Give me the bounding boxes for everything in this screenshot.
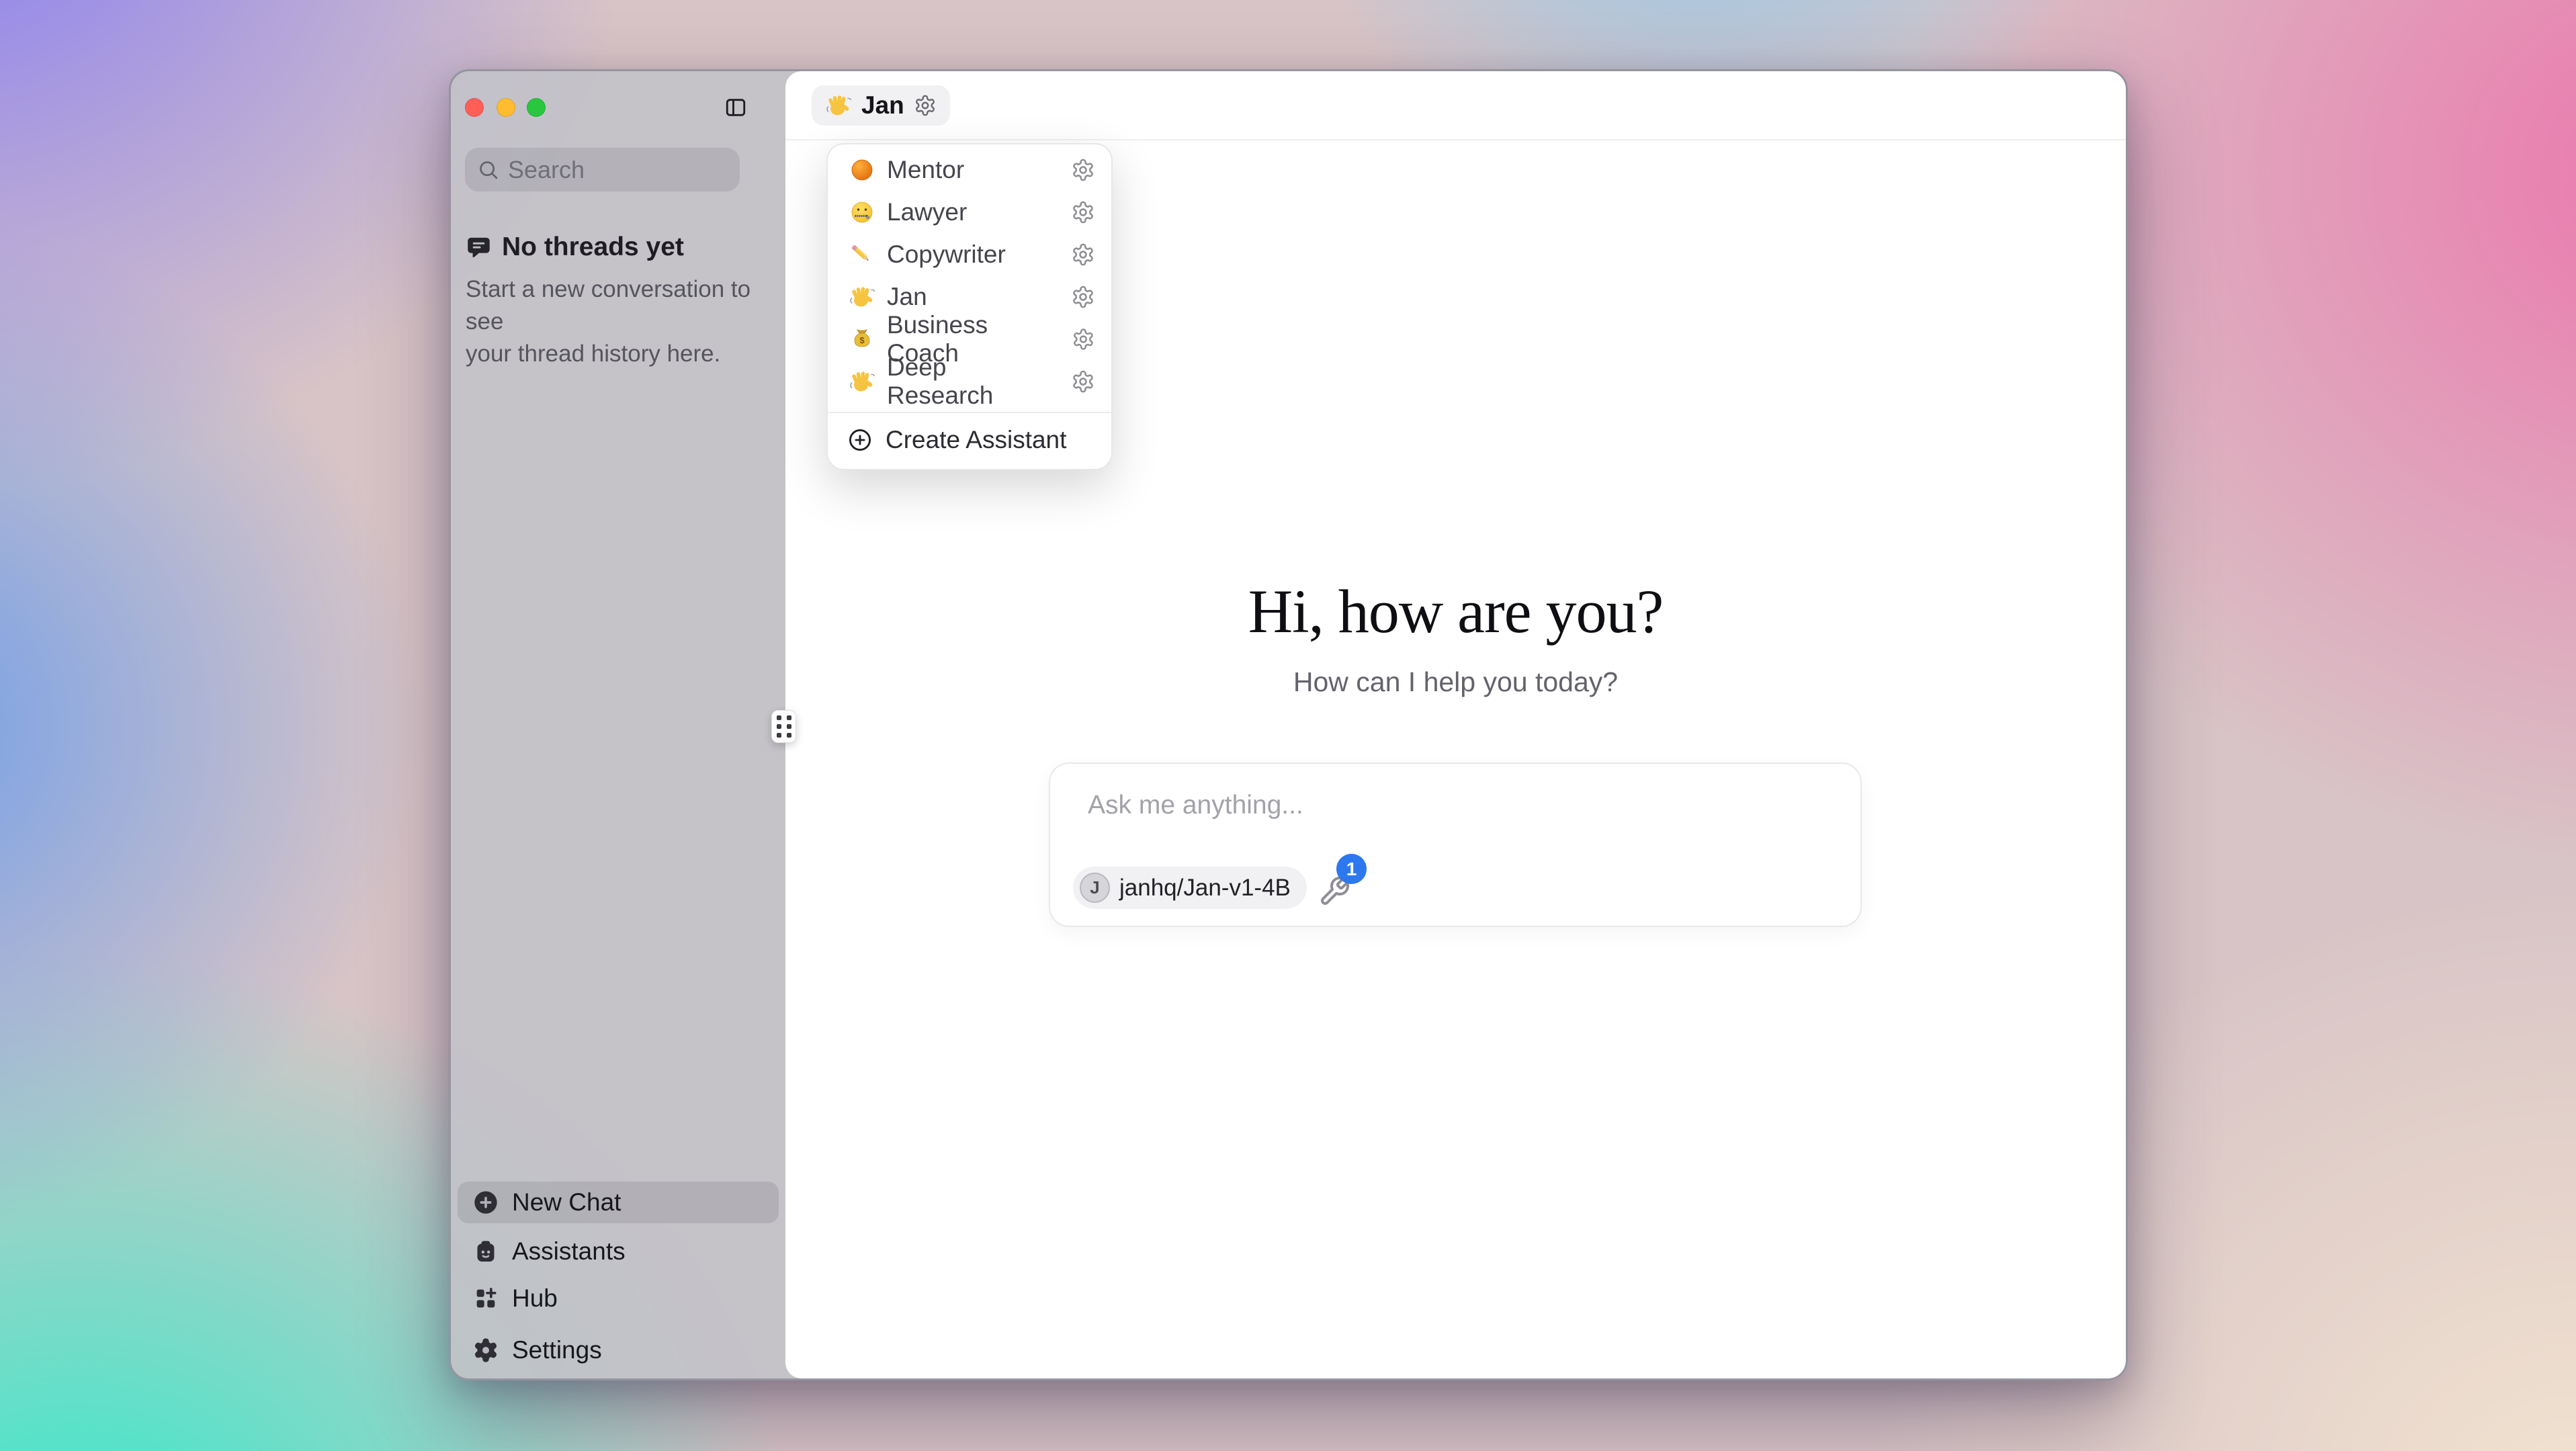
assistant-settings-icon[interactable]: [914, 94, 937, 117]
assistant-edit-gear-icon[interactable]: [1071, 243, 1095, 267]
assistant-menu-item-label: Lawyer: [887, 198, 967, 226]
current-assistant-name: Jan: [861, 91, 904, 120]
assistant-edit-gear-icon[interactable]: [1071, 158, 1095, 182]
grid-plus-icon: [472, 1285, 499, 1312]
zoom-window-button[interactable]: [527, 98, 546, 117]
pencil-icon: [849, 241, 875, 268]
empty-state-description-line2: your thread history here.: [466, 338, 755, 370]
assistant-menu: Mentor Lawyer: [826, 143, 1113, 470]
message-input[interactable]: [1088, 791, 1793, 820]
sidebar-item-new-chat[interactable]: New Chat: [458, 1182, 779, 1223]
create-assistant-button[interactable]: Create Assistant: [828, 413, 1111, 466]
assistant-menu-item-label: Copywriter: [887, 240, 1006, 269]
close-window-button[interactable]: [465, 98, 484, 117]
orange-circle-icon: [849, 157, 875, 183]
main-panel: Jan Mentor: [785, 71, 2126, 1378]
zipper-mouth-face-icon: [849, 199, 875, 226]
empty-threads-state: No threads yet Start a new conversation …: [466, 232, 755, 370]
sidebar-toggle-icon[interactable]: [724, 96, 747, 119]
circle-plus-outline-icon: [847, 427, 873, 453]
assistant-menu-item-label: Mentor: [887, 156, 964, 184]
model-name: janhq/Jan-v1-4B: [1119, 875, 1291, 902]
model-avatar: J: [1080, 873, 1110, 903]
assistant-menu-item-label: Jan: [887, 283, 927, 311]
sidebar: No threads yet Start a new conversation …: [451, 71, 785, 1378]
model-selector-button[interactable]: J janhq/Jan-v1-4B: [1073, 867, 1307, 909]
search-icon: [477, 159, 499, 181]
assistant-edit-gear-icon[interactable]: [1071, 285, 1095, 309]
empty-state-title: No threads yet: [502, 232, 684, 262]
chat-header: Jan: [785, 71, 2126, 140]
sidebar-item-label: New Chat: [512, 1188, 621, 1217]
waving-hand-icon: [825, 92, 852, 119]
create-assistant-label: Create Assistant: [886, 426, 1066, 454]
search-input[interactable]: [508, 156, 728, 184]
assistant-menu-item-lawyer[interactable]: Lawyer: [828, 191, 1111, 233]
sidebar-item-label: Hub: [512, 1284, 558, 1313]
desktop-background: No threads yet Start a new conversation …: [0, 0, 2576, 1451]
assistant-menu-item-mentor[interactable]: Mentor: [828, 148, 1111, 191]
sidebar-resize-handle[interactable]: [771, 710, 796, 743]
app-window: No threads yet Start a new conversation …: [449, 69, 2128, 1380]
greeting-title: Hi, how are you?: [785, 576, 2126, 648]
chat-bubble-icon: [466, 234, 492, 261]
assistant-bot-icon: [472, 1238, 499, 1265]
tools-count-badge[interactable]: 1: [1336, 854, 1367, 884]
greeting-subtitle: How can I help you today?: [785, 666, 2126, 698]
assistant-menu-item-label: Deep Research: [887, 353, 1060, 410]
assistant-selector-button[interactable]: Jan: [812, 85, 950, 126]
assistant-edit-gear-icon[interactable]: [1071, 200, 1095, 224]
search-box[interactable]: [465, 148, 740, 191]
assistant-edit-gear-icon[interactable]: [1071, 369, 1095, 394]
waving-hand-icon: [849, 368, 875, 395]
empty-state-description-line1: Start a new conversation to see: [466, 273, 755, 338]
sidebar-item-settings[interactable]: Settings: [458, 1329, 779, 1371]
message-composer: J janhq/Jan-v1-4B 1: [1049, 762, 1862, 927]
svg-text:$: $: [859, 335, 865, 345]
sidebar-item-hub[interactable]: Hub: [458, 1278, 779, 1319]
gear-icon: [472, 1337, 499, 1364]
waving-hand-icon: [849, 283, 875, 310]
sidebar-item-label: Assistants: [512, 1237, 626, 1266]
circle-plus-icon: [472, 1189, 499, 1216]
sidebar-item-label: Settings: [512, 1336, 602, 1364]
assistant-edit-gear-icon[interactable]: [1072, 327, 1095, 351]
sidebar-item-assistants[interactable]: Assistants: [458, 1231, 779, 1272]
assistant-menu-item-deep-research[interactable]: Deep Research: [828, 360, 1111, 402]
assistant-menu-item-copywriter[interactable]: Copywriter: [828, 233, 1111, 275]
greeting-block: Hi, how are you? How can I help you toda…: [785, 576, 2126, 698]
money-bag-icon: $: [849, 326, 875, 353]
minimize-window-button[interactable]: [497, 98, 515, 117]
